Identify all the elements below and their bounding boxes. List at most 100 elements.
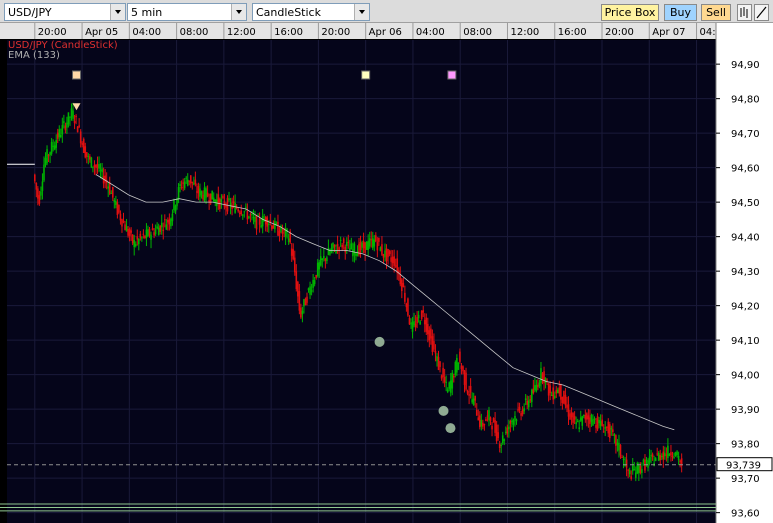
down-candle (130, 230, 132, 233)
down-candle (79, 131, 82, 144)
up-candle (309, 286, 311, 295)
down-candle (491, 425, 493, 430)
down-candle (35, 182, 38, 190)
up-candle (505, 431, 507, 433)
x-tick-label: 16:00 (274, 27, 303, 38)
y-tick-label: 94,80 (731, 95, 760, 106)
price-box-button[interactable]: Price Box (601, 4, 659, 21)
up-candle (248, 216, 250, 219)
down-candle (459, 351, 461, 362)
interval-select[interactable]: 5 min (127, 3, 247, 21)
symbol-select[interactable]: USD/JPY (4, 3, 126, 21)
up-candle (598, 419, 600, 424)
down-candle (521, 409, 524, 415)
down-candle (196, 191, 198, 193)
down-candle (188, 180, 191, 182)
up-candle (449, 380, 452, 393)
down-candle (116, 202, 119, 215)
up-candle (373, 239, 376, 247)
down-candle (401, 279, 403, 292)
down-candle (518, 406, 521, 411)
up-candle (156, 226, 158, 229)
up-candle (228, 198, 230, 201)
up-candle (523, 408, 525, 412)
down-candle (159, 225, 161, 232)
up-candle (352, 249, 354, 257)
up-candle (604, 427, 607, 429)
chevron-down-icon[interactable] (354, 4, 369, 20)
down-candle (442, 367, 444, 377)
up-candle (500, 444, 503, 446)
up-candle (365, 241, 368, 250)
up-candle (633, 469, 636, 471)
up-candle (319, 256, 322, 266)
bar-style-icon[interactable] (737, 4, 752, 21)
down-candle (639, 466, 642, 473)
down-candle (621, 456, 623, 458)
down-candle (408, 317, 411, 325)
up-candle (63, 121, 65, 123)
down-candle (425, 317, 428, 332)
up-candle (501, 435, 504, 443)
up-candle (657, 452, 660, 461)
down-candle (659, 455, 662, 461)
down-candle (665, 454, 668, 456)
up-candle (326, 257, 328, 261)
down-candle (399, 274, 402, 285)
x-tick-label: 04:00 (132, 27, 161, 38)
up-candle (371, 238, 374, 249)
sell-button[interactable]: Sell (701, 4, 731, 21)
chevron-down-icon[interactable] (110, 4, 125, 20)
trade-circle-icon (374, 336, 385, 347)
up-candle (575, 422, 577, 425)
down-candle (118, 205, 120, 213)
plot-area[interactable] (7, 40, 716, 523)
up-candle (329, 250, 331, 255)
up-candle (160, 222, 163, 228)
up-candle (318, 262, 321, 270)
down-candle (394, 265, 397, 267)
up-candle (641, 469, 643, 473)
up-candle (44, 157, 47, 165)
chart-panel[interactable]: 20:00 Apr 05 04:00 08:00 12:00 16:00 20:00 Apr … (0, 23, 773, 523)
down-candle (423, 319, 426, 325)
down-candle (569, 413, 571, 420)
up-candle (170, 218, 172, 227)
up-candle (454, 362, 457, 375)
up-candle (550, 394, 553, 396)
down-candle (601, 419, 603, 426)
down-candle (324, 258, 327, 261)
down-candle (119, 213, 122, 221)
chart-style-select[interactable]: CandleStick (252, 3, 370, 21)
down-candle (492, 417, 495, 423)
down-candle (376, 242, 379, 251)
down-candle (151, 228, 154, 231)
down-candle (465, 372, 467, 390)
down-candle (162, 229, 165, 231)
up-candle (581, 416, 584, 426)
up-candle (133, 239, 136, 248)
up-candle (622, 458, 625, 461)
y-tick-label: 93,90 (731, 405, 760, 416)
down-candle (359, 241, 362, 250)
down-candle (341, 244, 343, 248)
buy-button[interactable]: Buy (664, 4, 697, 21)
candlestick-chart[interactable]: 20:00 Apr 05 04:00 08:00 12:00 16:00 20:00 Apr … (0, 23, 773, 523)
up-candle (451, 372, 454, 389)
down-candle (81, 143, 84, 145)
down-candle (509, 421, 512, 424)
up-candle (592, 419, 594, 426)
down-candle (416, 317, 418, 324)
down-candle (405, 303, 408, 308)
x-tick-label: 08:00 (180, 27, 209, 38)
draw-line-icon[interactable] (754, 4, 769, 21)
up-candle (260, 225, 262, 228)
down-candle (293, 257, 296, 273)
down-candle (625, 459, 628, 468)
down-candle (306, 296, 308, 303)
down-candle (619, 444, 622, 456)
chevron-down-icon[interactable] (231, 4, 246, 20)
down-candle (563, 390, 565, 404)
up-candle (582, 414, 585, 416)
down-candle (131, 234, 134, 244)
